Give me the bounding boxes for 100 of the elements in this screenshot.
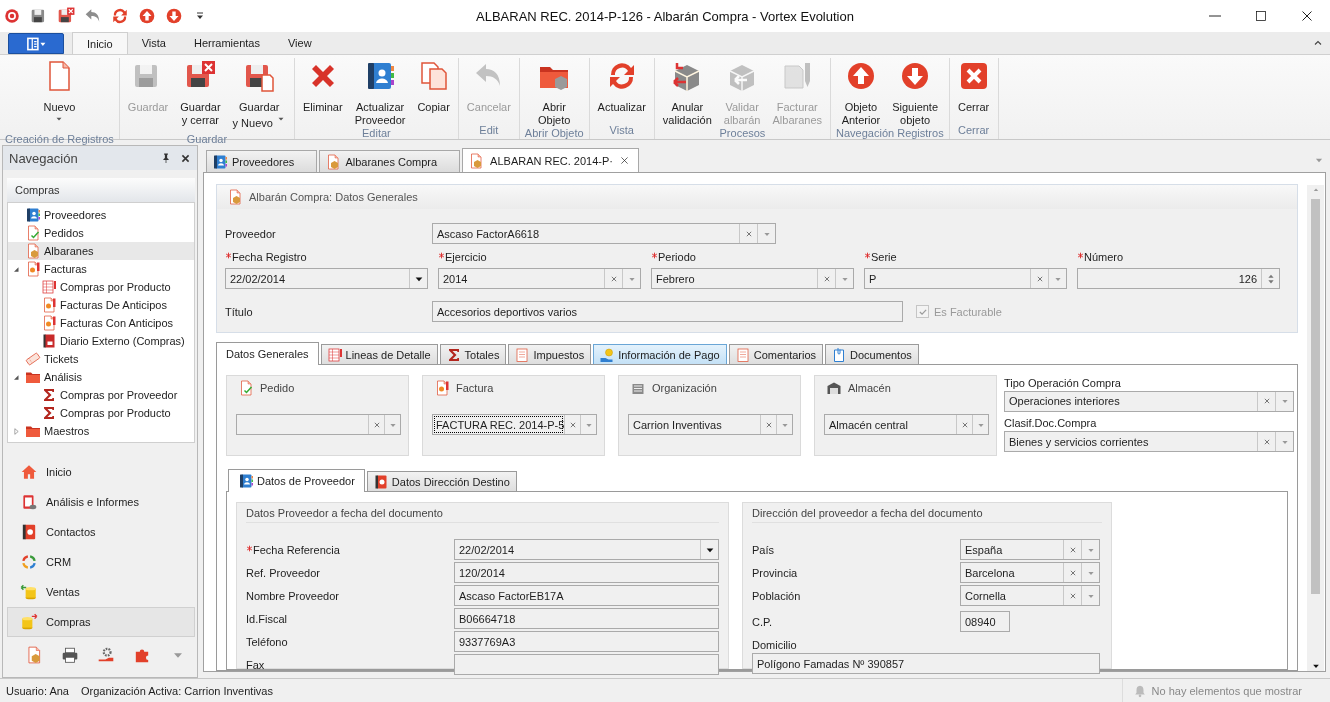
field-label: Población [752,589,802,602]
tree-item[interactable]: Facturas De Anticipos [8,296,194,314]
notification-text: No hay elementos que mostrar [1151,684,1302,697]
ribbon-tab[interactable]: Vista [127,32,180,54]
field-label: Provincia [752,566,799,579]
field-label: Número [1077,251,1280,268]
module-button[interactable]: Ventas [7,577,195,607]
combo-box[interactable]: Cornella [960,585,1100,606]
tree-item[interactable]: Diario Externo (Compras) [8,332,194,350]
panel-title: Albarán Compra: Datos Generales [249,191,418,203]
ribbon-button[interactable]: Abrir Objeto [533,58,576,127]
tab[interactable]: Datos Generales [216,342,319,365]
tree-item[interactable]: Pedidos [8,224,194,242]
field-label: Id.Fiscal [246,612,288,625]
tab[interactable]: Información de Pago [593,344,727,364]
field-label: Proveedor [225,227,277,240]
date-field[interactable]: 22/02/2014 [454,539,719,560]
group-title: Factura [456,382,494,394]
number-field[interactable]: 126 [1077,268,1280,289]
tab[interactable]: Totales [439,344,507,364]
ribbon-button[interactable]: Actualizar [592,58,651,124]
combo-box[interactable]: P [864,268,1067,289]
field-label: Teléfono [246,635,289,648]
text-field[interactable]: Polígono Famadas Nº 390857 [752,653,1100,674]
tree-item[interactable]: Proveedores [8,206,194,224]
tree-item[interactable]: Compras por Proveedor [8,386,194,404]
field-label: Domicilio [752,637,798,653]
combo-box[interactable]: Operaciones interiores [1004,390,1294,412]
text-field[interactable]: Accesorios deportivos varios [432,301,903,322]
combo-box[interactable]: Febrero [651,268,854,289]
ribbon-button[interactable]: Guardar y Nuevo [227,58,291,133]
text-field[interactable]: 08940 [960,611,1010,632]
combo-box[interactable]: Bienes y servicios corrientes [1004,431,1294,452]
field-label: Clasif.Doc.Compra [1004,416,1098,431]
module-button[interactable]: CRM [7,547,195,577]
ribbon-button[interactable]: Nuevo [38,58,81,133]
section-header: Compras [7,178,195,202]
document-tab[interactable]: Proveedores [206,150,318,172]
combo-box[interactable]: España [960,539,1100,560]
group-label: Guardar [185,133,229,145]
panel-title: Navegación [9,150,79,166]
ribbon-tab[interactable]: View [274,32,326,54]
ribbon-button[interactable]: Copiar [412,58,455,127]
field-label: Ejercicio [438,251,641,268]
module-button[interactable]: Inicio [7,457,195,487]
checkbox-label: Es Facturable [934,305,1002,318]
tree-item[interactable]: Compras por Producto [8,278,194,296]
tab[interactable]: Impuestos [508,344,592,364]
ribbon-button[interactable]: Objeto Anterior [836,58,886,127]
group-label: Procesos [718,127,767,139]
ribbon-button[interactable]: Actualizar Proveedor [349,58,411,127]
field-label: Ref. Proveedor [246,566,321,579]
document-tab[interactable]: ALBARAN REC. 2014-P· [462,148,639,172]
text-field[interactable]: B06664718 [454,608,719,629]
ribbon-tab[interactable]: Herramientas [179,32,274,54]
ribbon-button[interactable]: Anular validación [657,58,717,127]
ribbon-tab[interactable]: Inicio [72,32,128,54]
combo-box[interactable]: Carrion Inventivas [628,414,793,435]
module-button[interactable]: Contactos [7,517,195,547]
field-label: Serie [864,251,1067,268]
field-label: Nombre Proveedor [246,589,340,602]
tree-item[interactable]: Maestros [8,422,194,440]
tree-item[interactable]: Compras por Producto [8,404,194,422]
ribbon-button[interactable]: Eliminar [297,58,348,127]
date-field[interactable]: 22/02/2014 [225,268,428,289]
tree-item[interactable]: Análisis [8,368,194,386]
field-label: País [752,543,775,556]
combo-box[interactable]: Barcelona [960,562,1100,583]
combo-box[interactable]: 2014 [438,268,641,289]
field-label: Fecha Referencia [246,543,454,556]
tree-item[interactable]: Facturas Con Anticipos [8,314,194,332]
tab[interactable]: Comentarios [728,344,824,364]
group-label: Vista [608,124,635,138]
tree-item[interactable]: Facturas [8,260,194,278]
tree-item[interactable]: Albaranes [8,242,194,260]
field-label: C.P. [752,615,773,628]
ribbon-button[interactable]: Guardar y cerrar [175,58,226,133]
group-label: Creación de Registros [4,133,115,145]
document-tab[interactable]: Albaranes Compra [319,150,461,172]
tab[interactable]: Datos de Proveedor [228,469,365,492]
group-label: Cerrar [957,124,991,138]
module-button[interactable]: Compras [7,607,195,637]
tab[interactable]: Documentos [825,344,919,364]
combo-box[interactable]: Ascaso FactorA6618 [432,223,776,244]
group-label: Edit [478,124,500,138]
tab[interactable]: Datos Dirección Destino [366,471,517,491]
module-button[interactable]: Análisis e Informes [7,487,195,517]
tab[interactable]: Lineas de Detalle [320,344,438,364]
organization-label: Organización Activa: Carrion Inventivas [81,684,273,697]
combo-box[interactable]: Almacén central [824,414,989,435]
combo-box[interactable]: FACTURA REC. 2014-P-5 [432,414,597,435]
text-field[interactable]: Ascaso FactorEB17A [454,585,719,606]
ribbon-button[interactable]: Cerrar [952,58,995,124]
text-field[interactable]: 120/2014 [454,562,719,583]
tree-item[interactable]: Tickets [8,350,194,368]
field-label: Fax [246,658,266,671]
ribbon-button[interactable]: Siguiente objeto [887,58,944,127]
text-field[interactable]: 9337769A3 [454,631,719,652]
group-title: Almacén [848,382,891,394]
field-label: Fecha Registro [225,251,428,268]
